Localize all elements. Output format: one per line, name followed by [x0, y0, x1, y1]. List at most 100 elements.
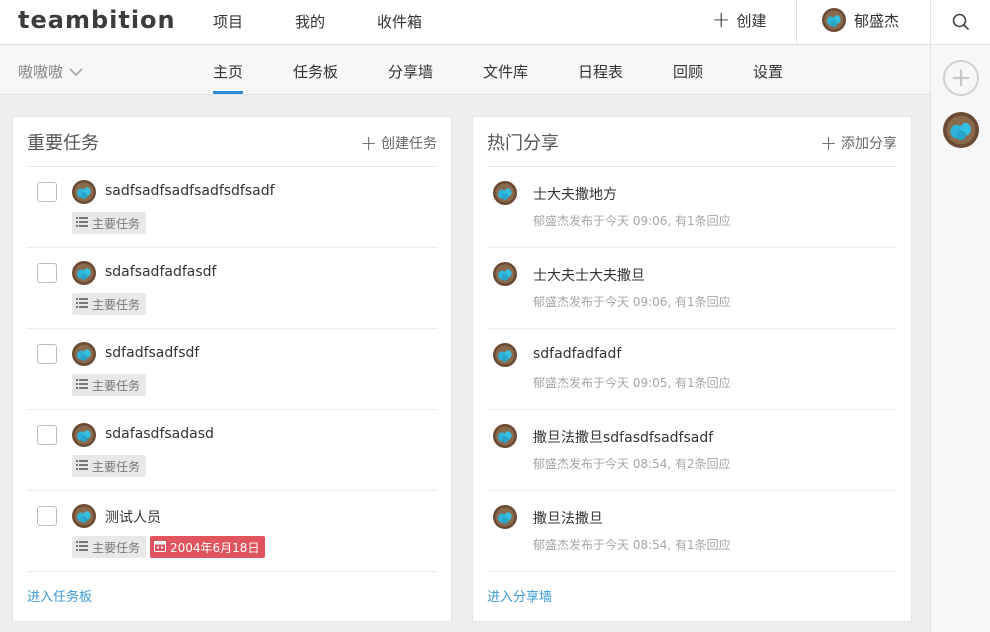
share-row[interactable]: sdfadfadfadf 郁盛杰发布于今天 09:05, 有1条回应 [487, 329, 897, 410]
share-row[interactable]: 士大夫撒地方郁盛杰发布于今天 09:06, 有1条回应 [487, 167, 897, 248]
share-meta: 郁盛杰发布于今天 09:06, 有1条回应 [533, 214, 731, 228]
logo[interactable]: teambition [18, 6, 176, 34]
task-checkbox[interactable] [37, 344, 57, 364]
share-title[interactable]: 士大夫撒地方 [533, 184, 617, 204]
user-name: 郁盛杰 [854, 11, 900, 30]
share-row[interactable]: 撒旦法撒旦郁盛杰发布于今天 08:54, 有1条回应 [487, 491, 897, 572]
plus-icon: + [712, 7, 731, 33]
task-type-tag: 主要任务 [72, 536, 147, 558]
tab-home[interactable]: 主页 [213, 61, 243, 82]
calendar-icon [154, 540, 166, 555]
task-type-tag: 主要任务 [72, 293, 147, 315]
share-title[interactable]: 撒旦法撒旦 [533, 508, 603, 528]
share-title[interactable]: 士大夫士大夫撒旦 [533, 265, 645, 285]
avatar [72, 504, 96, 528]
due-date-badge[interactable]: 2004年6月18日 [150, 536, 266, 558]
tab-settings[interactable]: 设置 [753, 61, 783, 82]
task-title[interactable]: sdfadfsadfsdf [105, 345, 199, 361]
panel-title: 重要任务 [27, 133, 99, 154]
task-title[interactable]: 测试人员 [105, 507, 161, 527]
tab-review[interactable]: 回顾 [673, 61, 703, 82]
go-to-task-board-link[interactable]: 进入任务板 [27, 586, 92, 605]
tab-calendar[interactable]: 日程表 [578, 61, 623, 82]
task-checkbox[interactable] [37, 263, 57, 283]
task-checkbox[interactable] [37, 425, 57, 445]
panel-header: 重要任务 + 创建任务 [27, 117, 437, 167]
task-row[interactable]: sdfadfsadfsdf 主要任务 [27, 329, 437, 410]
tag-label: 主要任务 [92, 216, 141, 231]
due-date: 2004年6月18日 [170, 540, 260, 555]
tab-task-board[interactable]: 任务板 [293, 61, 338, 82]
task-row[interactable]: sdafasdfsadasd 主要任务 [27, 410, 437, 491]
project-subbar: 嗷嗷嗷 主页 任务板 分享墙 文件库 日程表 回顾 设置 [0, 46, 930, 95]
list-icon [76, 459, 88, 473]
nav-item-projects[interactable]: 项目 [213, 11, 243, 32]
tab-share-wall[interactable]: 分享墙 [388, 61, 433, 82]
top-bar: teambition 项目 我的 收件箱 + 创建 郁盛杰 [0, 0, 930, 45]
panel-header: 热门分享 + 添加分享 [487, 117, 897, 167]
avatar [822, 8, 846, 32]
divider [796, 0, 797, 45]
share-title[interactable]: 撒旦法撒旦sdfasdfsadfsadf [533, 427, 713, 447]
share-title[interactable]: sdfadfadfadf [533, 346, 621, 362]
task-row[interactable]: sdafsadfadfasdf 主要任务 [27, 248, 437, 329]
avatar [493, 181, 517, 205]
panel-title: 热门分享 [487, 133, 559, 154]
share-row[interactable]: 撒旦法撒旦sdfasdfsadfsadf 郁盛杰发布于今天 08:54, 有2条回… [487, 410, 897, 491]
tab-file-library[interactable]: 文件库 [483, 61, 528, 82]
avatar [72, 423, 96, 447]
task-list: sadfsadfsadfsadfsdfsadf 主要任务 sdafsadfadfas… [13, 167, 451, 572]
create-task-button[interactable]: + 创建任务 [360, 133, 437, 153]
chevron-down-icon [69, 67, 83, 76]
share-meta: 郁盛杰发布于今天 08:54, 有1条回应 [533, 538, 731, 552]
nav-item-inbox[interactable]: 收件箱 [377, 11, 422, 32]
list-icon [76, 540, 88, 554]
task-type-tag: 主要任务 [72, 212, 147, 234]
hot-shares-panel: 热门分享 + 添加分享 士大夫撒地方 郁盛杰发布于今天 09:06, 有1条回应士… [472, 116, 912, 622]
task-type-tag: 主要任务 [72, 374, 147, 396]
add-share-button[interactable]: + 添加分享 [820, 133, 897, 153]
nav-item-mine[interactable]: 我的 [295, 11, 325, 32]
task-checkbox[interactable] [37, 182, 57, 202]
add-share-label: 添加分享 [841, 136, 897, 152]
plus-icon: + [820, 131, 837, 155]
important-tasks-panel: 重要任务 + 创建任务 sadfsadfsadfsadfsdfsadf 主要任务 s… [12, 116, 452, 622]
plus-icon: + [950, 63, 972, 93]
share-meta: 郁盛杰发布于今天 08:54, 有2条回应 [533, 457, 731, 471]
create-button[interactable]: + 创建 [712, 7, 767, 33]
avatar [72, 180, 96, 204]
avatar [493, 505, 517, 529]
avatar [72, 261, 96, 285]
task-row[interactable]: sadfsadfsadfsadfsdfsadf 主要任务 [27, 167, 437, 248]
task-title[interactable]: sdafasdfsadasd [105, 426, 214, 442]
user-menu[interactable]: 郁盛杰 [822, 8, 899, 32]
task-title[interactable]: sdafsadfadfasdf [105, 264, 216, 280]
avatar [72, 342, 96, 366]
list-icon [76, 378, 88, 392]
create-task-label: 创建任务 [381, 136, 437, 152]
add-member-button[interactable]: + [943, 60, 979, 96]
create-label: 创建 [736, 12, 767, 30]
task-row[interactable]: 测试人员主要任务 2004年6月18日 [27, 491, 437, 572]
task-checkbox[interactable] [37, 506, 57, 526]
share-row[interactable]: 士大夫士大夫撒旦郁盛杰发布于今天 09:06, 有1条回应 [487, 248, 897, 329]
plus-icon: + [360, 131, 377, 155]
list-icon [76, 297, 88, 311]
tag-label: 主要任务 [92, 540, 141, 555]
share-meta: 郁盛杰发布于今天 09:05, 有1条回应 [533, 376, 731, 390]
go-to-share-wall-link[interactable]: 进入分享墙 [487, 586, 552, 605]
tag-label: 主要任务 [92, 378, 141, 393]
share-meta: 郁盛杰发布于今天 09:06, 有1条回应 [533, 295, 731, 309]
project-switcher[interactable]: 嗷嗷嗷 [18, 61, 83, 82]
share-list: 士大夫撒地方 郁盛杰发布于今天 09:06, 有1条回应 士大夫士大夫撒旦 郁盛杰发布… [473, 167, 911, 572]
tag-label: 主要任务 [92, 459, 141, 474]
avatar [493, 262, 517, 286]
task-title[interactable]: sadfsadfsadfsadfsdfsadf [105, 183, 275, 199]
tag-label: 主要任务 [92, 297, 141, 312]
project-name: 嗷嗷嗷 [18, 63, 64, 81]
search-button[interactable] [931, 0, 990, 45]
right-sidebar: + [930, 0, 990, 632]
active-tab-indicator [213, 91, 243, 94]
avatar [493, 424, 517, 448]
member-avatar[interactable] [943, 112, 979, 148]
